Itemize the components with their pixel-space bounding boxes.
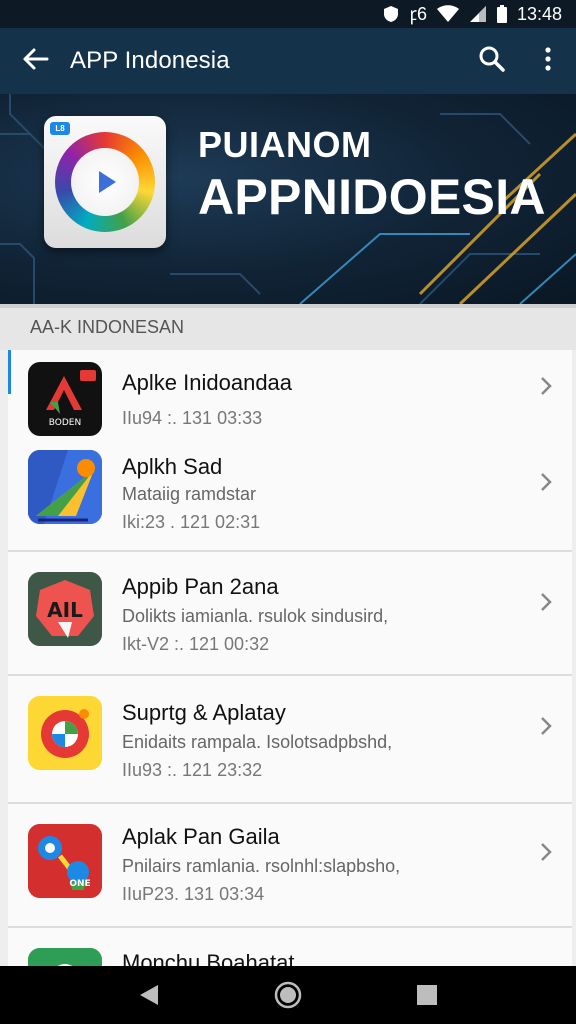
list-item[interactable]: BODEN Aplke Inidoandaa IIu94 :. 131 03:3… <box>8 350 572 446</box>
tile-badge: L8 <box>50 122 70 135</box>
wifi-icon <box>436 5 459 23</box>
app-subtitle: Mataiig ramdstar <box>122 484 257 504</box>
app-title: Suprtg & Aplatay <box>122 700 286 725</box>
network-label: ꝼ6 <box>409 4 427 24</box>
ail-badge-icon: AIL <box>28 572 102 646</box>
chevron-right-icon <box>534 714 558 738</box>
triangle-back-icon <box>140 985 159 1005</box>
banner-headline-2: APPNIDOESIA <box>198 169 546 225</box>
back-button[interactable] <box>0 28 70 94</box>
icon-label: AIL <box>47 598 83 622</box>
rainbow-ring-icon <box>55 132 155 232</box>
map-pin-icon: ONE <box>28 824 102 898</box>
app-meta: IIuP23. 131 03:34 <box>122 884 265 904</box>
nav-home-button[interactable] <box>258 966 318 1024</box>
nav-recents-button[interactable] <box>397 966 457 1024</box>
hero-banner: L8 PUIANOM APPNIDOESIA <box>0 94 576 304</box>
app-bar-title: APP Indonesia <box>70 47 230 74</box>
battery-icon <box>496 5 507 23</box>
signal-icon <box>469 5 487 23</box>
chevron-right-icon <box>534 840 558 864</box>
arrow-left-icon <box>21 47 49 76</box>
app-subtitle: Dolikts iamianla. rsulok sindusird, <box>122 606 389 626</box>
featured-app-icon[interactable]: L8 <box>44 116 166 248</box>
banner-headline-1: PUIANOM <box>198 124 372 165</box>
shield-icon <box>383 5 399 23</box>
green-circle-icon <box>28 948 102 966</box>
list-item[interactable]: ONE Aplak Pan Gaila Pnilairs ramlania. r… <box>8 804 572 926</box>
chevron-right-icon <box>534 374 558 398</box>
nav-back-button[interactable] <box>119 966 179 1024</box>
app-title: Aplke Inidoandaa <box>122 370 293 395</box>
icon-label: ONE <box>69 879 90 889</box>
search-button[interactable] <box>464 28 520 94</box>
section-title: AA-K INDONESAN <box>30 316 185 337</box>
more-vert-icon <box>544 46 552 76</box>
system-nav-bar <box>0 966 576 1024</box>
app-bar: APP Indonesia <box>0 28 576 94</box>
app-meta: IIu93 :. 121 23:32 <box>122 760 263 780</box>
app-subtitle: Pnilairs ramlania. rsolnhl:slapbsho, <box>122 856 401 876</box>
app-subtitle: Enidaits rampala. Isolotsadpbshd, <box>122 732 393 752</box>
app-title: Aplak Pan Gaila <box>122 824 280 849</box>
blue-paper-plane-icon <box>28 450 102 524</box>
ring-camera-icon <box>28 696 102 770</box>
search-icon <box>479 46 505 77</box>
red-a-logo-icon: BODEN <box>28 362 102 436</box>
list-item[interactable]: Suprtg & Aplatay Enidaits rampala. Isolo… <box>8 676 572 802</box>
list-item[interactable]: Aplkh Sad Mataiig ramdstar Iki:23 . 121 … <box>8 446 572 550</box>
app-list-container: BODEN Aplke Inidoandaa IIu94 :. 131 03:3… <box>0 350 576 966</box>
list-item[interactable]: AIL Appib Pan 2ana Dolikts iamianla. rsu… <box>8 552 572 674</box>
list-item[interactable]: Monchu Boahatat <box>8 928 572 966</box>
section-divider <box>0 304 576 308</box>
icon-label: BODEN <box>49 418 81 428</box>
status-bar: ꝼ6 13:48 <box>0 0 576 28</box>
app-meta: IIu94 :. 131 03:33 <box>122 408 263 428</box>
status-time: 13:48 <box>516 3 562 24</box>
square-recents-icon <box>416 985 437 1005</box>
overflow-menu-button[interactable] <box>520 28 576 94</box>
app-list[interactable]: BODEN Aplke Inidoandaa IIu94 :. 131 03:3… <box>8 350 572 966</box>
app-title: Monchu Boahatat <box>122 950 295 966</box>
app-meta: Iki:23 . 121 02:31 <box>122 512 261 532</box>
section-header: AA-K INDONESAN <box>0 304 576 350</box>
chevron-right-icon <box>534 590 558 614</box>
app-title: Appib Pan 2ana <box>122 574 279 599</box>
circle-home-icon <box>274 981 302 1009</box>
chevron-right-icon <box>534 470 558 494</box>
app-meta: Ikt-V2 :. 121 00:32 <box>122 634 270 654</box>
app-title: Aplkh Sad <box>122 454 223 479</box>
play-icon <box>99 171 116 193</box>
